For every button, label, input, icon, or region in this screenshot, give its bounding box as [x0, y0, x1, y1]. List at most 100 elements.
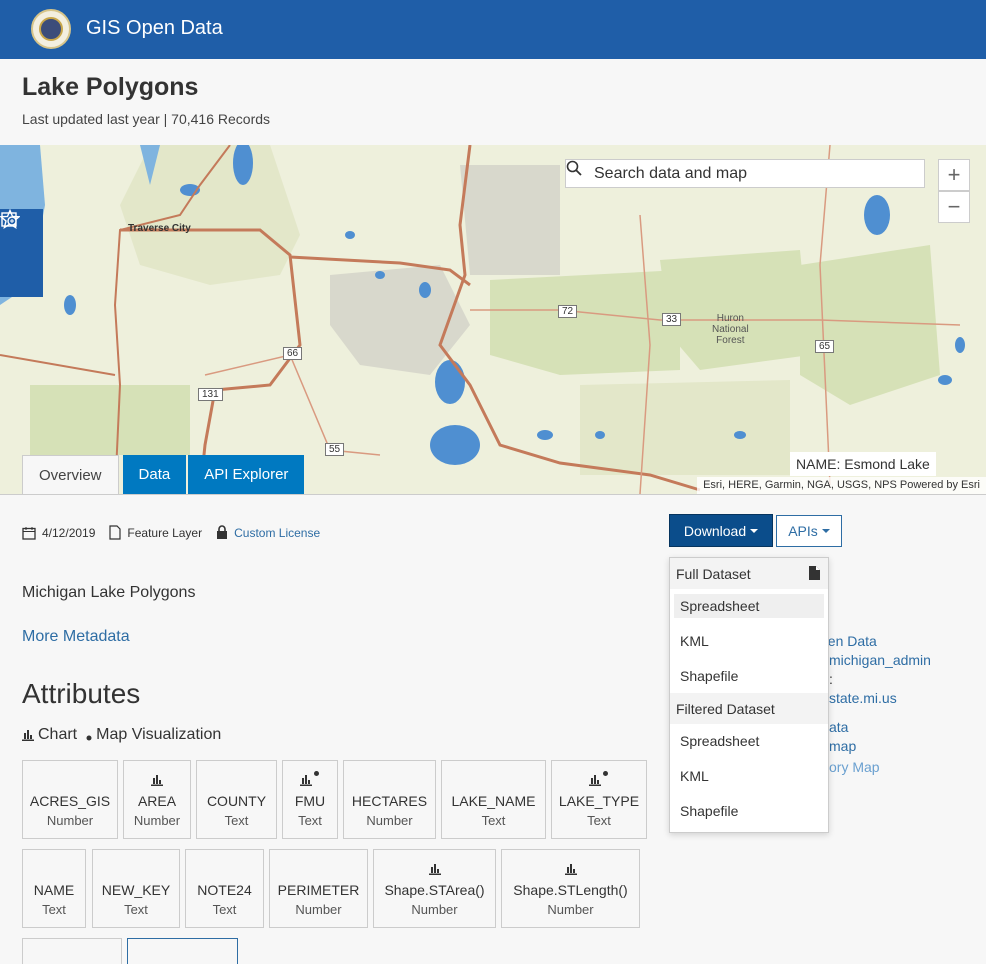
- field-name: NAME: [33, 882, 75, 898]
- field-name: COUNTY: [206, 793, 267, 809]
- chevron-down-icon: [750, 528, 759, 533]
- basemap: [0, 145, 986, 494]
- menu-item-filtered-kml[interactable]: KML: [674, 764, 824, 788]
- zoom-out-button[interactable]: −: [938, 191, 970, 223]
- add-to-map-icon[interactable]: [0, 212, 43, 297]
- dataset-title-area: Lake Polygons Last updated last year | 7…: [0, 59, 986, 145]
- field-type: Number: [295, 902, 342, 917]
- page-title: Lake Polygons: [22, 73, 199, 101]
- map-dot-icon: [314, 771, 319, 776]
- download-button[interactable]: Download: [669, 514, 773, 547]
- field-name: NEW_KEY: [101, 882, 171, 898]
- attribute-card-fmu[interactable]: FMU Text: [282, 760, 338, 839]
- field-name: NOTE24: [197, 882, 252, 898]
- legend-map-label: Map Visualization: [96, 726, 222, 743]
- menu-item-filtered-shapefile[interactable]: Shapefile: [674, 799, 824, 823]
- attribute-card-shape-starea[interactable]: Shape.STArea() Number: [373, 849, 496, 928]
- tab-api-explorer[interactable]: API Explorer: [188, 455, 305, 494]
- dataset-description: Michigan Lake Polygons: [22, 584, 196, 601]
- download-label: Download: [683, 522, 747, 539]
- field-type: Text: [212, 902, 237, 917]
- menu-item-full-spreadsheet[interactable]: Spreadsheet: [674, 594, 824, 618]
- bar-chart-icon: [564, 864, 577, 875]
- attribute-card-lake-name[interactable]: LAKE_NAME Text: [441, 760, 546, 839]
- attribute-card-perimeter[interactable]: PERIMETER Number: [269, 849, 368, 928]
- map-label-traverse-city: Traverse City: [128, 223, 191, 234]
- route-shield-131: 131: [198, 388, 223, 401]
- bar-chart-icon: [300, 775, 312, 786]
- side-info-line-6[interactable]: map: [829, 738, 856, 754]
- side-info-line-3: :: [829, 671, 833, 687]
- attribute-card-lake-type[interactable]: LAKE_TYPE Text: [551, 760, 647, 839]
- field-type: Number: [133, 813, 181, 828]
- map-attribution: Esri, HERE, Garmin, NGA, USGS, NPS Power…: [697, 477, 986, 494]
- attribute-card-county[interactable]: COUNTY Text: [196, 760, 277, 839]
- field-type: Text: [124, 902, 148, 917]
- legend-chart-label: Chart: [38, 726, 78, 743]
- meta-date: 4/12/2019: [22, 526, 95, 540]
- field-type: Text: [224, 813, 249, 828]
- field-name: LAKE_TYPE: [558, 793, 640, 809]
- attribute-card-new-key[interactable]: NEW_KEY Text: [92, 849, 180, 928]
- more-metadata-link[interactable]: More Metadata: [22, 628, 130, 646]
- map-search-input[interactable]: [594, 164, 914, 183]
- attribute-card-partial-selected[interactable]: [127, 938, 238, 964]
- side-info-line-4[interactable]: state.mi.us: [829, 690, 897, 706]
- menu-item-full-kml[interactable]: KML: [674, 629, 824, 653]
- dataset-meta: 4/12/2019 Feature Layer Custom License: [22, 525, 334, 540]
- download-dropdown-menu: Full Dataset Spreadsheet KML Shapefile F…: [669, 557, 829, 833]
- menu-item-full-shapefile[interactable]: Shapefile: [674, 664, 824, 688]
- bar-chart-icon: [22, 730, 34, 741]
- field-name: Shape.STLength(): [513, 882, 628, 898]
- chevron-down-icon: [821, 529, 830, 533]
- apis-button[interactable]: APIs: [776, 515, 842, 547]
- field-type: Number: [411, 902, 458, 917]
- route-shield-65: 65: [815, 340, 835, 353]
- zoom-in-button[interactable]: +: [938, 159, 970, 191]
- filtered-dataset-label: Filtered Dataset: [676, 701, 775, 717]
- tab-data[interactable]: Data: [122, 455, 187, 494]
- dataset-subtitle: Last updated last year | 70,416 Records: [22, 111, 271, 127]
- field-name: ACRES_GIS: [29, 793, 111, 809]
- attribute-card-partial[interactable]: [22, 938, 122, 964]
- side-info-line-7[interactable]: ory Map: [829, 759, 880, 775]
- attribute-card-area[interactable]: AREA Number: [123, 760, 191, 839]
- meta-type-text: Feature Layer: [127, 525, 203, 540]
- attribute-card-hectares[interactable]: HECTARES Number: [343, 760, 436, 839]
- route-shield-66: 66: [283, 347, 303, 360]
- route-shield-72: 72: [558, 305, 578, 318]
- map-view[interactable]: Traverse City Huron National Forest 72 3…: [0, 145, 986, 494]
- side-info-line-2[interactable]: michigan_admin: [829, 652, 931, 668]
- field-type: Number: [366, 813, 413, 828]
- field-name: HECTARES: [351, 793, 428, 809]
- field-name: FMU: [294, 793, 326, 809]
- map-side-toolbar: [0, 209, 43, 297]
- attribute-card-shape-stlength[interactable]: Shape.STLength() Number: [501, 849, 640, 928]
- map-search-box[interactable]: [565, 159, 925, 188]
- attributes-heading: Attributes: [22, 678, 141, 709]
- field-name: AREA: [137, 793, 177, 809]
- calendar-icon: [22, 526, 36, 540]
- side-info-line-5[interactable]: ata: [829, 719, 848, 735]
- attribute-card-note24[interactable]: NOTE24 Text: [185, 849, 264, 928]
- meta-license: Custom License: [216, 525, 320, 540]
- top-header: GIS Open Data: [0, 0, 986, 59]
- filtered-dataset-header: Filtered Dataset: [670, 693, 828, 724]
- search-icon[interactable]: [566, 160, 594, 187]
- tab-overview[interactable]: Overview: [22, 455, 119, 494]
- bar-chart-icon: [151, 775, 163, 786]
- michigan-seal-logo[interactable]: [31, 9, 71, 49]
- field-type: Number: [46, 813, 94, 828]
- license-link[interactable]: Custom License: [234, 526, 320, 540]
- document-icon: [109, 525, 121, 540]
- bar-chart-icon: [428, 864, 441, 875]
- field-name: PERIMETER: [277, 882, 360, 898]
- full-dataset-header: Full Dataset: [670, 558, 828, 589]
- attribute-card-acres-gis[interactable]: ACRES_GIS Number: [22, 760, 118, 839]
- field-type: Text: [587, 813, 611, 828]
- attribute-card-name[interactable]: NAME Text: [22, 849, 86, 928]
- menu-item-filtered-spreadsheet[interactable]: Spreadsheet: [674, 729, 824, 753]
- lock-icon: [217, 525, 228, 539]
- site-title[interactable]: GIS Open Data: [86, 17, 223, 40]
- route-shield-33: 33: [662, 313, 682, 326]
